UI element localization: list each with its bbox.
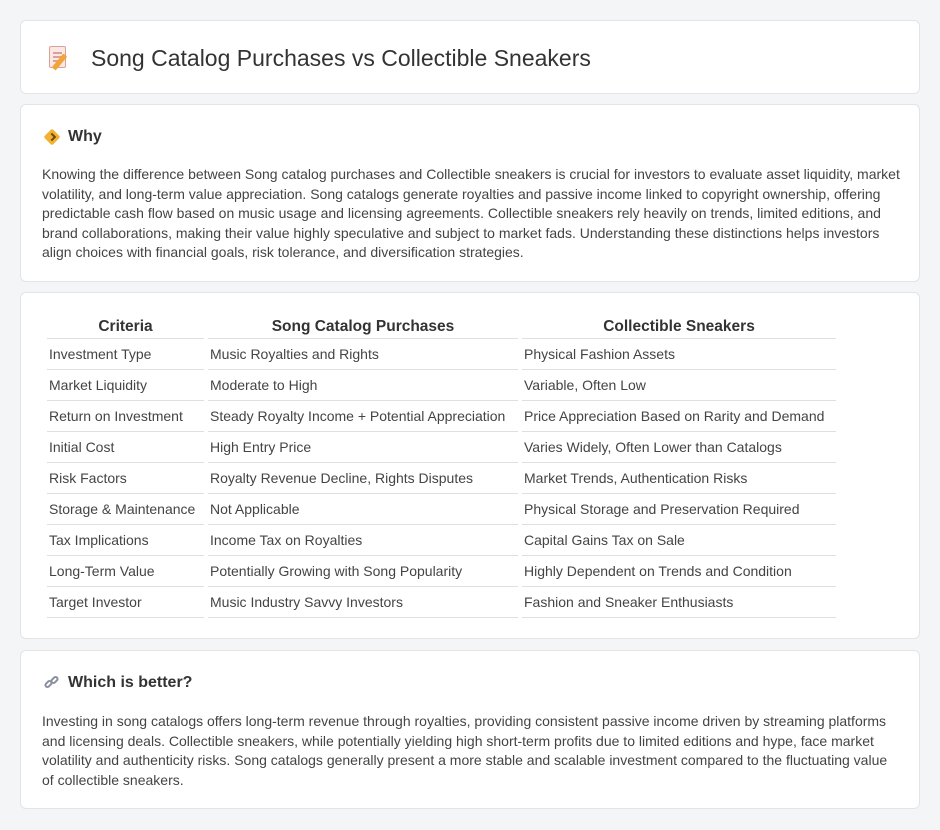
table-row: Risk Factors Royalty Revenue Decline, Ri… [47,463,836,494]
table-cell: Long-Term Value [47,556,204,587]
better-text: Investing in song catalogs offers long-t… [42,713,888,788]
table-row: Storage & Maintenance Not Applicable Phy… [47,494,836,525]
table-row: Investment Type Music Royalties and Righ… [47,339,836,370]
table-cell: Return on Investment [47,401,204,432]
title-card: Song Catalog Purchases vs Collectible Sn… [20,20,920,94]
why-heading: Why [68,128,102,145]
table-cell: Variable, Often Low [522,370,836,401]
table-cell: Royalty Revenue Decline, Rights Disputes [208,463,518,494]
diamond-icon [43,128,61,146]
table-cell: Music Industry Savvy Investors [208,587,518,618]
table-cell: Initial Cost [47,432,204,463]
table-cell: Investment Type [47,339,204,370]
why-section: Why Knowing the difference between Song … [20,104,920,282]
table-cell: Moderate to High [208,370,518,401]
table-cell: Varies Widely, Often Lower than Catalogs [522,432,836,463]
page-title: Song Catalog Purchases vs Collectible Sn… [91,45,591,71]
table-cell: Tax Implications [47,525,204,556]
table-cell: Physical Storage and Preservation Requir… [522,494,836,525]
table-cell: Price Appreciation Based on Rarity and D… [522,401,836,432]
title-row: Song Catalog Purchases vs Collectible Sn… [45,43,591,73]
comparison-table: Criteria Song Catalog Purchases Collecti… [43,315,840,618]
memo-pencil-icon [45,44,73,72]
table-cell: Fashion and Sneaker Enthusiasts [522,587,836,618]
table-cell: Risk Factors [47,463,204,494]
table-cell: Market Trends, Authentication Risks [522,463,836,494]
table-cell: Market Liquidity [47,370,204,401]
table-cell: Target Investor [47,587,204,618]
table-cell: High Entry Price [208,432,518,463]
table-cell: Storage & Maintenance [47,494,204,525]
table-cell: Not Applicable [208,494,518,525]
table-cell: Physical Fashion Assets [522,339,836,370]
table-row: Return on Investment Steady Royalty Inco… [47,401,836,432]
table-cell: Potentially Growing with Song Popularity [208,556,518,587]
table-row: Market Liquidity Moderate to High Variab… [47,370,836,401]
table-cell: Capital Gains Tax on Sale [522,525,836,556]
table-cell: Music Royalties and Rights [208,339,518,370]
why-text: Knowing the difference between Song cata… [42,166,900,260]
column-header: Criteria [47,315,204,339]
why-heading-row: Why [43,127,102,147]
better-heading-row: Which is better? [43,673,192,693]
column-header: Collectible Sneakers [522,315,836,339]
better-heading: Which is better? [68,674,193,691]
table-cell: Steady Royalty Income + Potential Apprec… [208,401,518,432]
link-icon [43,674,61,692]
table-row: Tax Implications Income Tax on Royalties… [47,525,836,556]
which-is-better-section: Which is better? Investing in song catal… [20,650,920,809]
table-row: Long-Term Value Potentially Growing with… [47,556,836,587]
table-header-row: Criteria Song Catalog Purchases Collecti… [47,315,836,339]
table-row: Target Investor Music Industry Savvy Inv… [47,587,836,618]
table-cell: Highly Dependent on Trends and Condition [522,556,836,587]
table-row: Initial Cost High Entry Price Varies Wid… [47,432,836,463]
comparison-table-section: Criteria Song Catalog Purchases Collecti… [20,292,920,639]
column-header: Song Catalog Purchases [208,315,518,339]
table-cell: Income Tax on Royalties [208,525,518,556]
